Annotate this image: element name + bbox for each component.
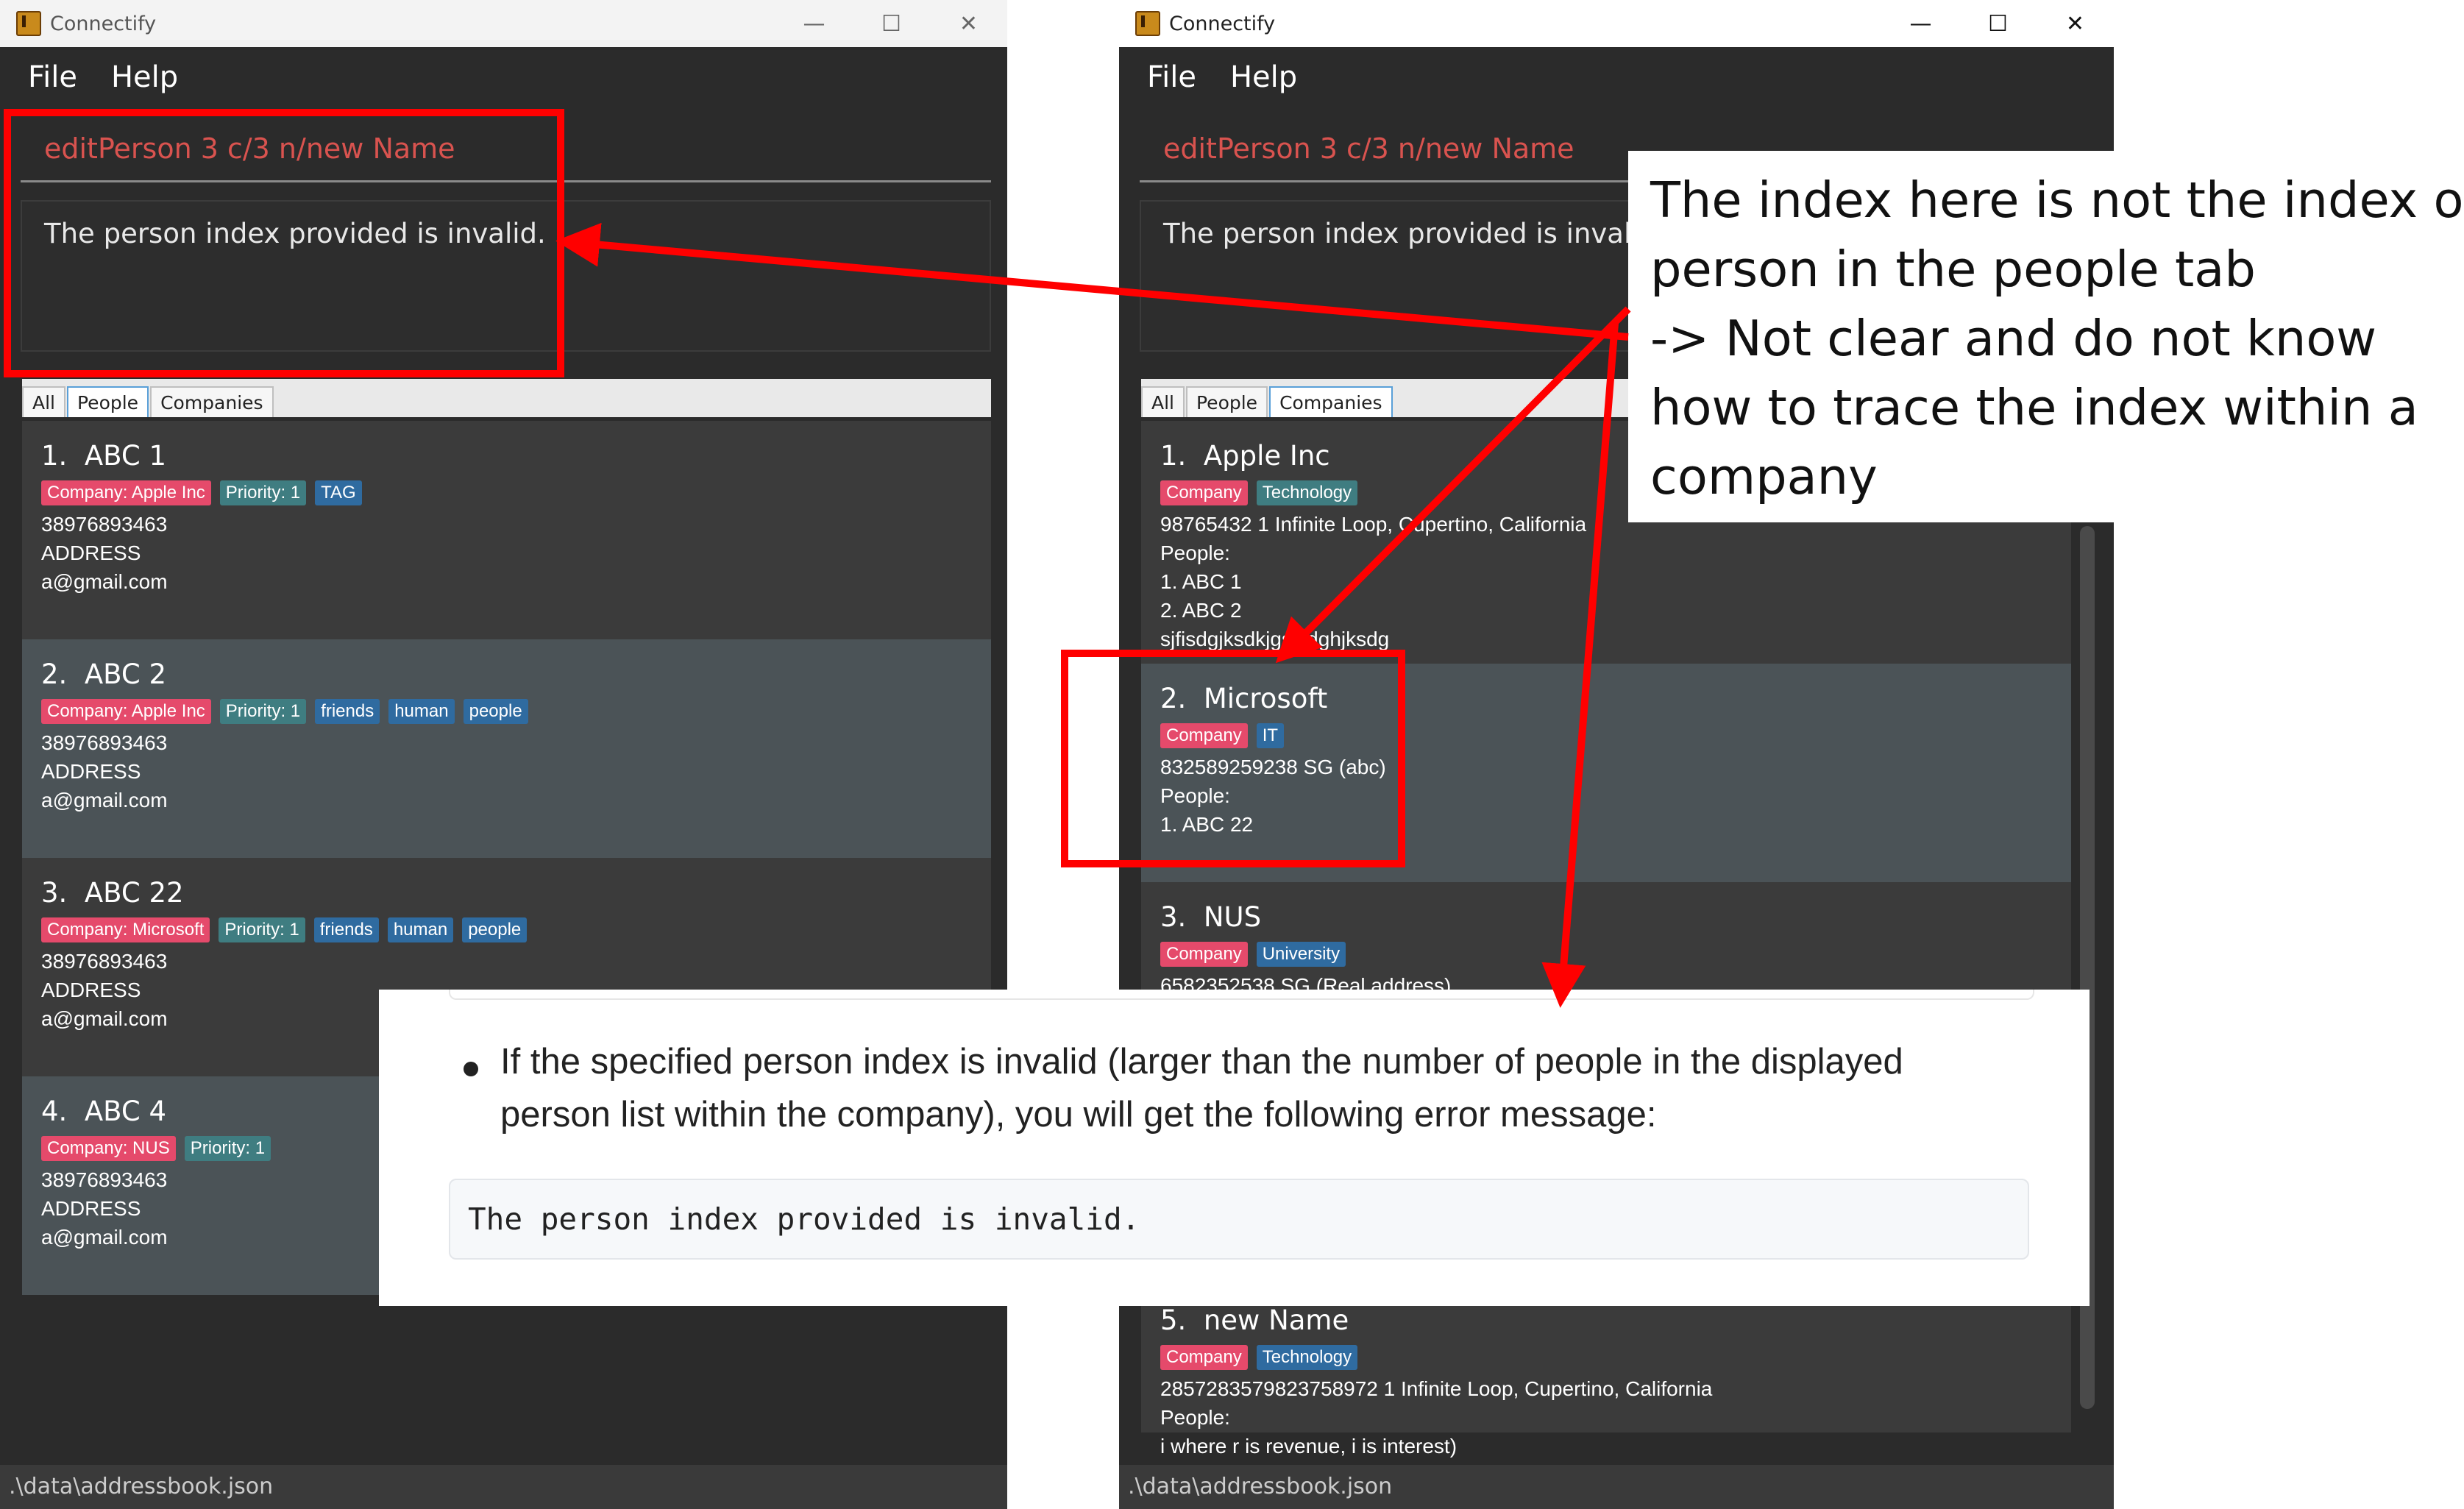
annotation-arrows [555, 222, 1631, 1008]
arrow-to-result [555, 222, 1629, 341]
arrow-to-microsoft [1275, 306, 1631, 664]
arrow-to-new-name [1541, 323, 1619, 1008]
